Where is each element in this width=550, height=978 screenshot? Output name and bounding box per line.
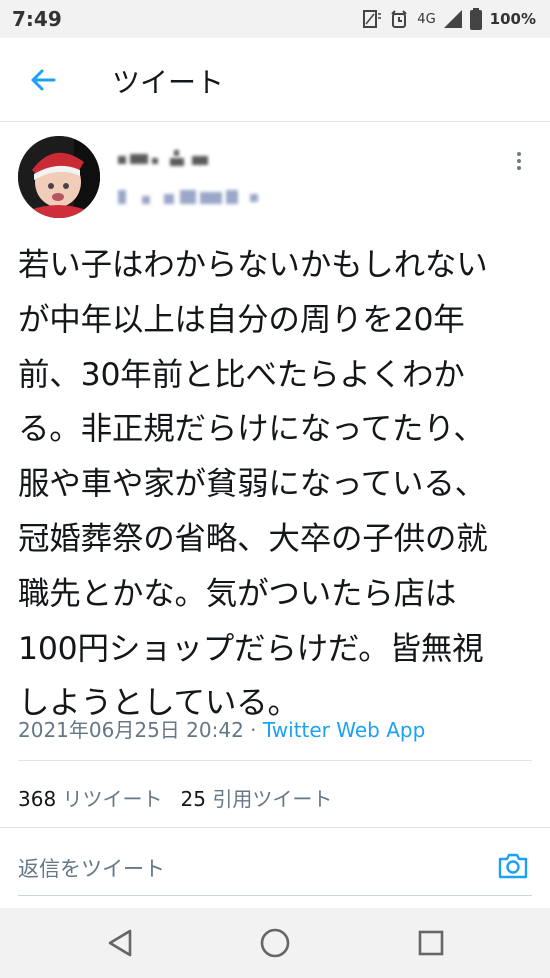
tweet-line: る。非正規だらけになってたり、 [18, 411, 485, 448]
home-circle-icon[interactable] [258, 926, 292, 960]
alarm-icon [391, 10, 408, 28]
avatar[interactable] [18, 136, 100, 218]
retweets-label: リツイート [62, 787, 163, 811]
page-title: ツイート [112, 66, 225, 99]
tweet-line: 100円ショップだらけだ。皆無視 [18, 630, 484, 667]
quotes-label: 引用ツイート [212, 787, 333, 811]
tweet-source-link[interactable]: Twitter Web App [263, 718, 425, 742]
meta-separator: · [243, 718, 263, 742]
signal-icon [443, 10, 462, 28]
more-options-icon[interactable] [510, 150, 528, 174]
avatar-image [18, 136, 100, 218]
app-bar: ツイート [0, 38, 550, 122]
back-triangle-icon[interactable] [104, 926, 138, 960]
status-icons: 4G 100% [361, 8, 536, 30]
status-bar: 7:49 4G 100% [0, 0, 550, 38]
tweet-meta: 2021年06月25日 20:42 · Twitter Web App [18, 714, 425, 743]
author-name-redacted [118, 150, 218, 170]
system-nav-bar [0, 908, 550, 978]
battery-icon [469, 8, 482, 30]
reply-input[interactable]: 返信をツイート [18, 853, 165, 883]
retweets-stat[interactable]: 368 リツイート [18, 787, 163, 811]
author-handle-redacted [118, 188, 268, 208]
divider [18, 760, 532, 761]
tweet-line: 若い子はわからないかもしれない [18, 247, 488, 283]
tweet-line: 冠婚葬祭の省略、大卒の子供の就 [18, 520, 488, 557]
screenshot-icon [363, 10, 382, 28]
tweet-line: 前、30年前と比べたらよくわか [18, 356, 465, 393]
tweet-timestamp: 2021年06月25日 20:42 [18, 718, 244, 742]
camera-icon[interactable] [497, 850, 529, 882]
tweet-line: 職先とかな。気がついたら店は [18, 575, 457, 612]
network-type: 4G [417, 11, 436, 27]
reply-underline [18, 895, 532, 896]
recents-square-icon[interactable] [414, 926, 448, 960]
divider [0, 827, 550, 828]
battery-percent: 100% [489, 10, 536, 28]
arrow-left-icon[interactable] [28, 65, 58, 95]
tweet-text: 若い子はわからないかもしれない が中年以上は自分の周りを20年 前、30年前と比べた… [18, 238, 538, 731]
tweet-stats: 368 リツイート 25 引用ツイート [18, 783, 332, 812]
status-time: 7:49 [12, 7, 62, 31]
tweet-line: 服や車や家が貧弱になっている、 [18, 466, 486, 503]
tweet-line: が中年以上は自分の周りを20年 [18, 301, 465, 338]
quotes-count: 25 [180, 787, 206, 811]
quotes-stat[interactable]: 25 引用ツイート [181, 787, 333, 811]
retweets-count: 368 [18, 787, 57, 811]
